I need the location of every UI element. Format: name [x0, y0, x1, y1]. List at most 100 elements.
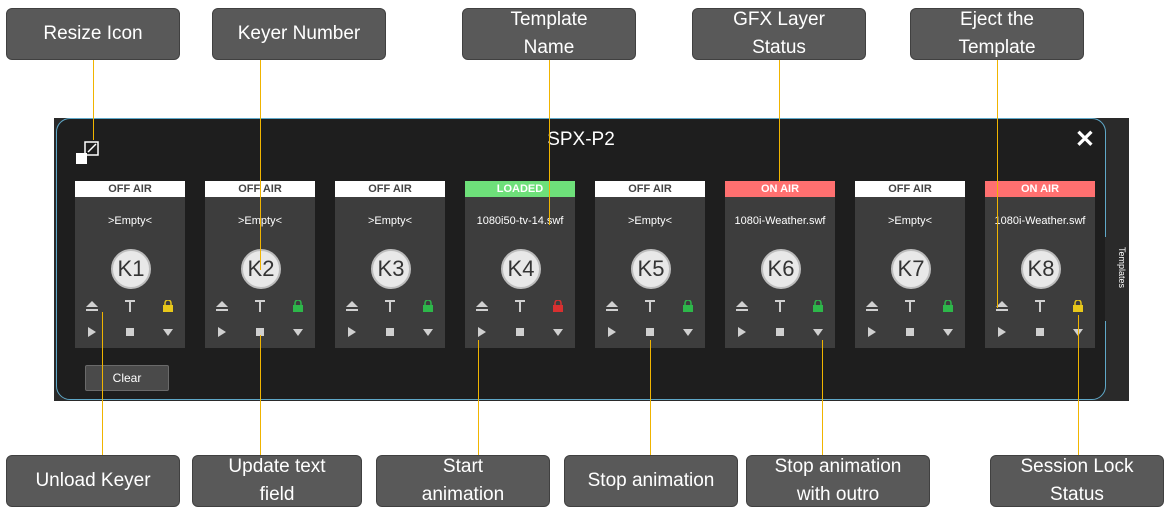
callout-keyer-number: Keyer Number	[212, 8, 386, 60]
clear-button[interactable]: Clear	[85, 365, 169, 391]
template-name: 1080i50-tv-14.swf	[476, 215, 564, 227]
outro-chevron-down-icon[interactable]	[807, 323, 829, 341]
eject-icon[interactable]	[341, 297, 363, 315]
outro-chevron-down-icon[interactable]	[937, 323, 959, 341]
template-name: >Empty<	[367, 215, 413, 227]
eject-icon[interactable]	[991, 297, 1013, 315]
template-name: 1080i-Weather.swf	[994, 215, 1086, 227]
text-field-icon[interactable]	[769, 297, 791, 315]
callout-template-name: Template Name	[462, 8, 636, 60]
keyer-card: >Empty< K1	[75, 197, 185, 348]
outro-chevron-down-icon[interactable]	[677, 323, 699, 341]
play-icon[interactable]	[991, 323, 1013, 341]
play-icon[interactable]	[861, 323, 883, 341]
lock-icon[interactable]	[937, 297, 959, 315]
leader-eject	[997, 60, 998, 308]
callout-gfx-layer-status: GFX Layer Status	[692, 8, 866, 60]
template-name: 1080i-Weather.swf	[734, 215, 826, 227]
stop-icon[interactable]	[639, 323, 661, 341]
callout-resize-icon: Resize Icon	[6, 8, 180, 60]
lock-icon[interactable]	[417, 297, 439, 315]
stop-icon[interactable]	[899, 323, 921, 341]
keyer-5: OFF AIR >Empty< K5	[595, 181, 705, 348]
text-field-icon[interactable]	[1029, 297, 1051, 315]
keyer-1: OFF AIR >Empty< K1	[75, 181, 185, 348]
text-field-icon[interactable]	[509, 297, 531, 315]
keyer-number-button[interactable]: K8	[1021, 249, 1061, 289]
keyer-number-button[interactable]: K7	[891, 249, 931, 289]
keyer-number-button[interactable]: K3	[371, 249, 411, 289]
callout-session-lock: Session Lock Status	[990, 455, 1164, 507]
keyer-7: OFF AIR >Empty< K7	[855, 181, 965, 348]
lock-icon[interactable]	[157, 297, 179, 315]
text-field-icon[interactable]	[249, 297, 271, 315]
keyer-number-button[interactable]: K4	[501, 249, 541, 289]
leader-stop-outro	[822, 340, 823, 455]
eject-icon[interactable]	[861, 297, 883, 315]
stop-icon[interactable]	[379, 323, 401, 341]
resize-icon[interactable]	[75, 141, 99, 165]
leader-update-text	[260, 335, 261, 455]
leader-unload	[102, 312, 103, 455]
stop-icon[interactable]	[509, 323, 531, 341]
keyer-card: 1080i50-tv-14.swf K4	[465, 197, 575, 348]
outro-chevron-down-icon[interactable]	[287, 323, 309, 341]
layer-status-badge: ON AIR	[985, 181, 1095, 197]
callout-unload-keyer: Unload Keyer	[6, 455, 180, 507]
eject-icon[interactable]	[211, 297, 233, 315]
play-icon[interactable]	[341, 323, 363, 341]
keyer-3: OFF AIR >Empty< K3	[335, 181, 445, 348]
layer-status-badge: OFF AIR	[335, 181, 445, 197]
keyer-card: >Empty< K5	[595, 197, 705, 348]
lock-icon[interactable]	[807, 297, 829, 315]
outro-chevron-down-icon[interactable]	[157, 323, 179, 341]
keyer-number-button[interactable]: K6	[761, 249, 801, 289]
keyer-6: ON AIR 1080i-Weather.swf K6	[725, 181, 835, 348]
text-field-icon[interactable]	[639, 297, 661, 315]
leader-session-lock	[1078, 315, 1079, 455]
outro-chevron-down-icon[interactable]	[547, 323, 569, 341]
layer-status-badge: OFF AIR	[75, 181, 185, 197]
layer-status-badge: OFF AIR	[855, 181, 965, 197]
eject-icon[interactable]	[731, 297, 753, 315]
play-icon[interactable]	[731, 323, 753, 341]
stop-icon[interactable]	[1029, 323, 1051, 341]
play-icon[interactable]	[211, 323, 233, 341]
template-name: >Empty<	[887, 215, 933, 227]
keyer-number-button[interactable]: K2	[241, 249, 281, 289]
callout-start-animation: Start animation	[376, 455, 550, 507]
lock-icon[interactable]	[547, 297, 569, 315]
callout-stop-animation: Stop animation	[564, 455, 738, 507]
text-field-icon[interactable]	[899, 297, 921, 315]
play-icon[interactable]	[471, 323, 493, 341]
leader-template-name	[549, 60, 550, 225]
eject-icon[interactable]	[471, 297, 493, 315]
stop-icon[interactable]	[119, 323, 141, 341]
text-field-icon[interactable]	[379, 297, 401, 315]
play-icon[interactable]	[601, 323, 623, 341]
leader-start	[478, 340, 479, 455]
layer-status-badge: LOADED	[465, 181, 575, 197]
eject-icon[interactable]	[601, 297, 623, 315]
callout-stop-outro: Stop animation with outro	[746, 455, 930, 507]
lock-icon[interactable]	[287, 297, 309, 315]
stop-icon[interactable]	[769, 323, 791, 341]
close-icon[interactable]: ✕	[1075, 125, 1095, 154]
callout-update-text: Update text field	[192, 455, 362, 507]
keyer-number-button[interactable]: K1	[111, 249, 151, 289]
layer-status-badge: OFF AIR	[595, 181, 705, 197]
outro-chevron-down-icon[interactable]	[417, 323, 439, 341]
keyer-card: 1080i-Weather.swf K6	[725, 197, 835, 348]
text-field-icon[interactable]	[119, 297, 141, 315]
eject-icon[interactable]	[81, 297, 103, 315]
leader-gfx-status	[779, 60, 780, 182]
leader-resize	[93, 60, 94, 140]
lock-icon[interactable]	[677, 297, 699, 315]
lock-icon[interactable]	[1067, 297, 1089, 315]
layer-status-badge: ON AIR	[725, 181, 835, 197]
spx-window: SPX-P2 ✕ Templates OFF AIR >Empty< K1 OF…	[56, 118, 1129, 400]
templates-tab-label: Templates	[1117, 247, 1127, 289]
keyer-number-button[interactable]: K5	[631, 249, 671, 289]
play-icon[interactable]	[81, 323, 103, 341]
template-name: >Empty<	[107, 215, 153, 227]
